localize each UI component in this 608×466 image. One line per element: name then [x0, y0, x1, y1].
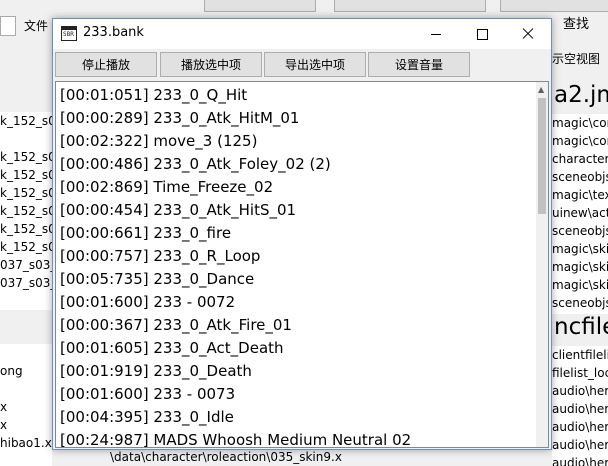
bg-list-item[interactable]: magic\cor: [552, 114, 608, 132]
minimize-icon: [431, 34, 441, 35]
export-selected-button[interactable]: 导出选中项: [264, 52, 366, 77]
bg-list-item[interactable]: sceneobjs\: [552, 168, 608, 186]
bg-list-item[interactable]: magic\skil: [552, 258, 608, 276]
bg-list-item[interactable]: character\: [552, 150, 608, 168]
list-item[interactable]: [00:00:661] 233_0_fire: [60, 222, 536, 245]
list-item[interactable]: [00:00:454] 233_0_Atk_HitS_01: [60, 199, 536, 222]
list-item[interactable]: [00:00:757] 233_0_R_Loop: [60, 245, 536, 268]
toolbar: 停止播放 播放选中项 导出选中项 设置音量: [53, 49, 551, 81]
bg-left-list: k_152_s03 k_152_s03 k_152_s03 k_152_s03 …: [0, 112, 53, 310]
bg-list-item[interactable]: k_152_s03: [0, 148, 52, 166]
bg-list-item[interactable]: k_152_s03: [0, 220, 52, 238]
scroll-up-icon[interactable]: ▲: [538, 85, 544, 94]
bank-player-window: SBR 233.bank 停止播放 播放选中项 导出选中项 设置音量 [00:0…: [52, 18, 552, 450]
list-item[interactable]: [00:02:869] Time_Freeze_02: [60, 176, 536, 199]
app-icon: SBR: [61, 26, 77, 41]
bg-list-item[interactable]: clientfilelis: [552, 346, 608, 364]
list-item[interactable]: [00:01:600] 233 - 0073: [60, 383, 536, 406]
bg-top-button[interactable]: [500, 0, 608, 12]
list-item[interactable]: [00:01:919] 233_0_Death: [60, 360, 536, 383]
list-item[interactable]: [00:24:987] MADS Whoosh Medium Neutral 0…: [60, 429, 536, 447]
set-volume-button[interactable]: 设置音量: [368, 52, 470, 77]
list-item[interactable]: [00:00:289] 233_0_Atk_HitM_01: [60, 107, 536, 130]
bg-list-item[interactable]: [0, 380, 52, 398]
bg-list-item[interactable]: sceneobjs\: [552, 222, 608, 240]
bg-list-item[interactable]: hibao1.x: [0, 434, 52, 452]
bg-list-item[interactable]: k_152_s03: [0, 184, 52, 202]
bg-list-item[interactable]: ong: [0, 362, 52, 380]
bg-list-item[interactable]: magic\cor: [552, 132, 608, 150]
stop-playback-button[interactable]: 停止播放: [55, 52, 157, 77]
list-item[interactable]: [00:01:605] 233_0_Act_Death: [60, 337, 536, 360]
bg-list-item[interactable]: x: [0, 398, 52, 416]
title-bar[interactable]: SBR 233.bank: [53, 19, 551, 49]
vertical-scrollbar[interactable]: ▲: [536, 82, 548, 447]
bg-top-button[interactable]: [334, 0, 486, 12]
scrollbar-thumb[interactable]: [538, 98, 546, 214]
bg-list-item[interactable]: k_152_s03: [0, 202, 52, 220]
bg-list-item[interactable]: k_152_s03: [0, 166, 52, 184]
bg-list-item[interactable]: audio\herc: [552, 436, 608, 454]
bg-right-list: magic\cor magic\cor character\ sceneobjs…: [552, 114, 608, 314]
bg-list-item[interactable]: magic\text: [552, 186, 608, 204]
bg-list-item[interactable]: filelist_loca: [552, 364, 608, 382]
list-item[interactable]: [00:00:367] 233_0_Atk_Fire_01: [60, 314, 536, 337]
bg-left-list-2: ong x x hibao1.x: [0, 344, 52, 466]
list-item[interactable]: [00:02:322] move_3 (125): [60, 130, 536, 153]
bg-top-button[interactable]: [204, 0, 316, 12]
bg-list-item[interactable]: [0, 130, 52, 148]
bg-file-label: 文件: [24, 19, 49, 33]
bg-list-item[interactable]: k_152_s03: [0, 112, 52, 130]
play-selected-button[interactable]: 播放选中项: [160, 52, 262, 77]
bg-input[interactable]: [0, 16, 16, 36]
bg-list-item[interactable]: magic\skil: [552, 276, 608, 294]
bg-right-list-2: clientfilelis filelist_loca audio\herc a…: [552, 346, 608, 466]
bg-list-item[interactable]: sceneobjs\: [552, 294, 608, 312]
bg-heading: ncfile: [554, 314, 608, 340]
close-button[interactable]: [505, 19, 551, 49]
bg-list-item[interactable]: audio\herc: [552, 418, 608, 436]
bg-list-item[interactable]: magic\skil: [552, 240, 608, 258]
list-item[interactable]: [00:00:486] 233_0_Atk_Foley_02 (2): [60, 153, 536, 176]
bg-list-item[interactable]: audio\herc: [552, 454, 608, 466]
bg-list-item[interactable]: audio\herc: [552, 400, 608, 418]
bg-list-item[interactable]: audio\herc: [552, 382, 608, 400]
maximize-button[interactable]: [459, 19, 505, 49]
window-title: 233.bank: [83, 25, 144, 40]
bg-list-item[interactable]: 037_s03_2: [0, 274, 52, 292]
minimize-button[interactable]: [413, 19, 459, 49]
sound-list[interactable]: [00:01:051] 233_0_Q_Hit [00:00:289] 233_…: [55, 81, 549, 448]
bg-map-label: 示空视图: [552, 52, 601, 66]
bg-bottom-path: \data\character\roleaction\035_skin9.x: [110, 450, 342, 464]
bg-list-item[interactable]: x: [0, 416, 52, 434]
bg-find-button[interactable]: 查找: [552, 14, 600, 36]
list-item[interactable]: [00:01:051] 233_0_Q_Hit: [60, 84, 536, 107]
list-item[interactable]: [00:01:600] 233 - 0072: [60, 291, 536, 314]
bg-heading: a2.jm: [554, 82, 608, 108]
maximize-icon: [477, 29, 488, 40]
bg-list-item[interactable]: k_152_s03: [0, 238, 52, 256]
list-item[interactable]: [00:05:735] 233_0_Dance: [60, 268, 536, 291]
bg-list-item[interactable]: uinew\acti: [552, 204, 608, 222]
sound-list-rows: [00:01:051] 233_0_Q_Hit [00:00:289] 233_…: [60, 84, 536, 447]
list-item[interactable]: [00:04:395] 233_0_Idle: [60, 406, 536, 429]
bg-list-item[interactable]: 037_s03_2: [0, 256, 52, 274]
bg-list-item[interactable]: [0, 344, 52, 362]
